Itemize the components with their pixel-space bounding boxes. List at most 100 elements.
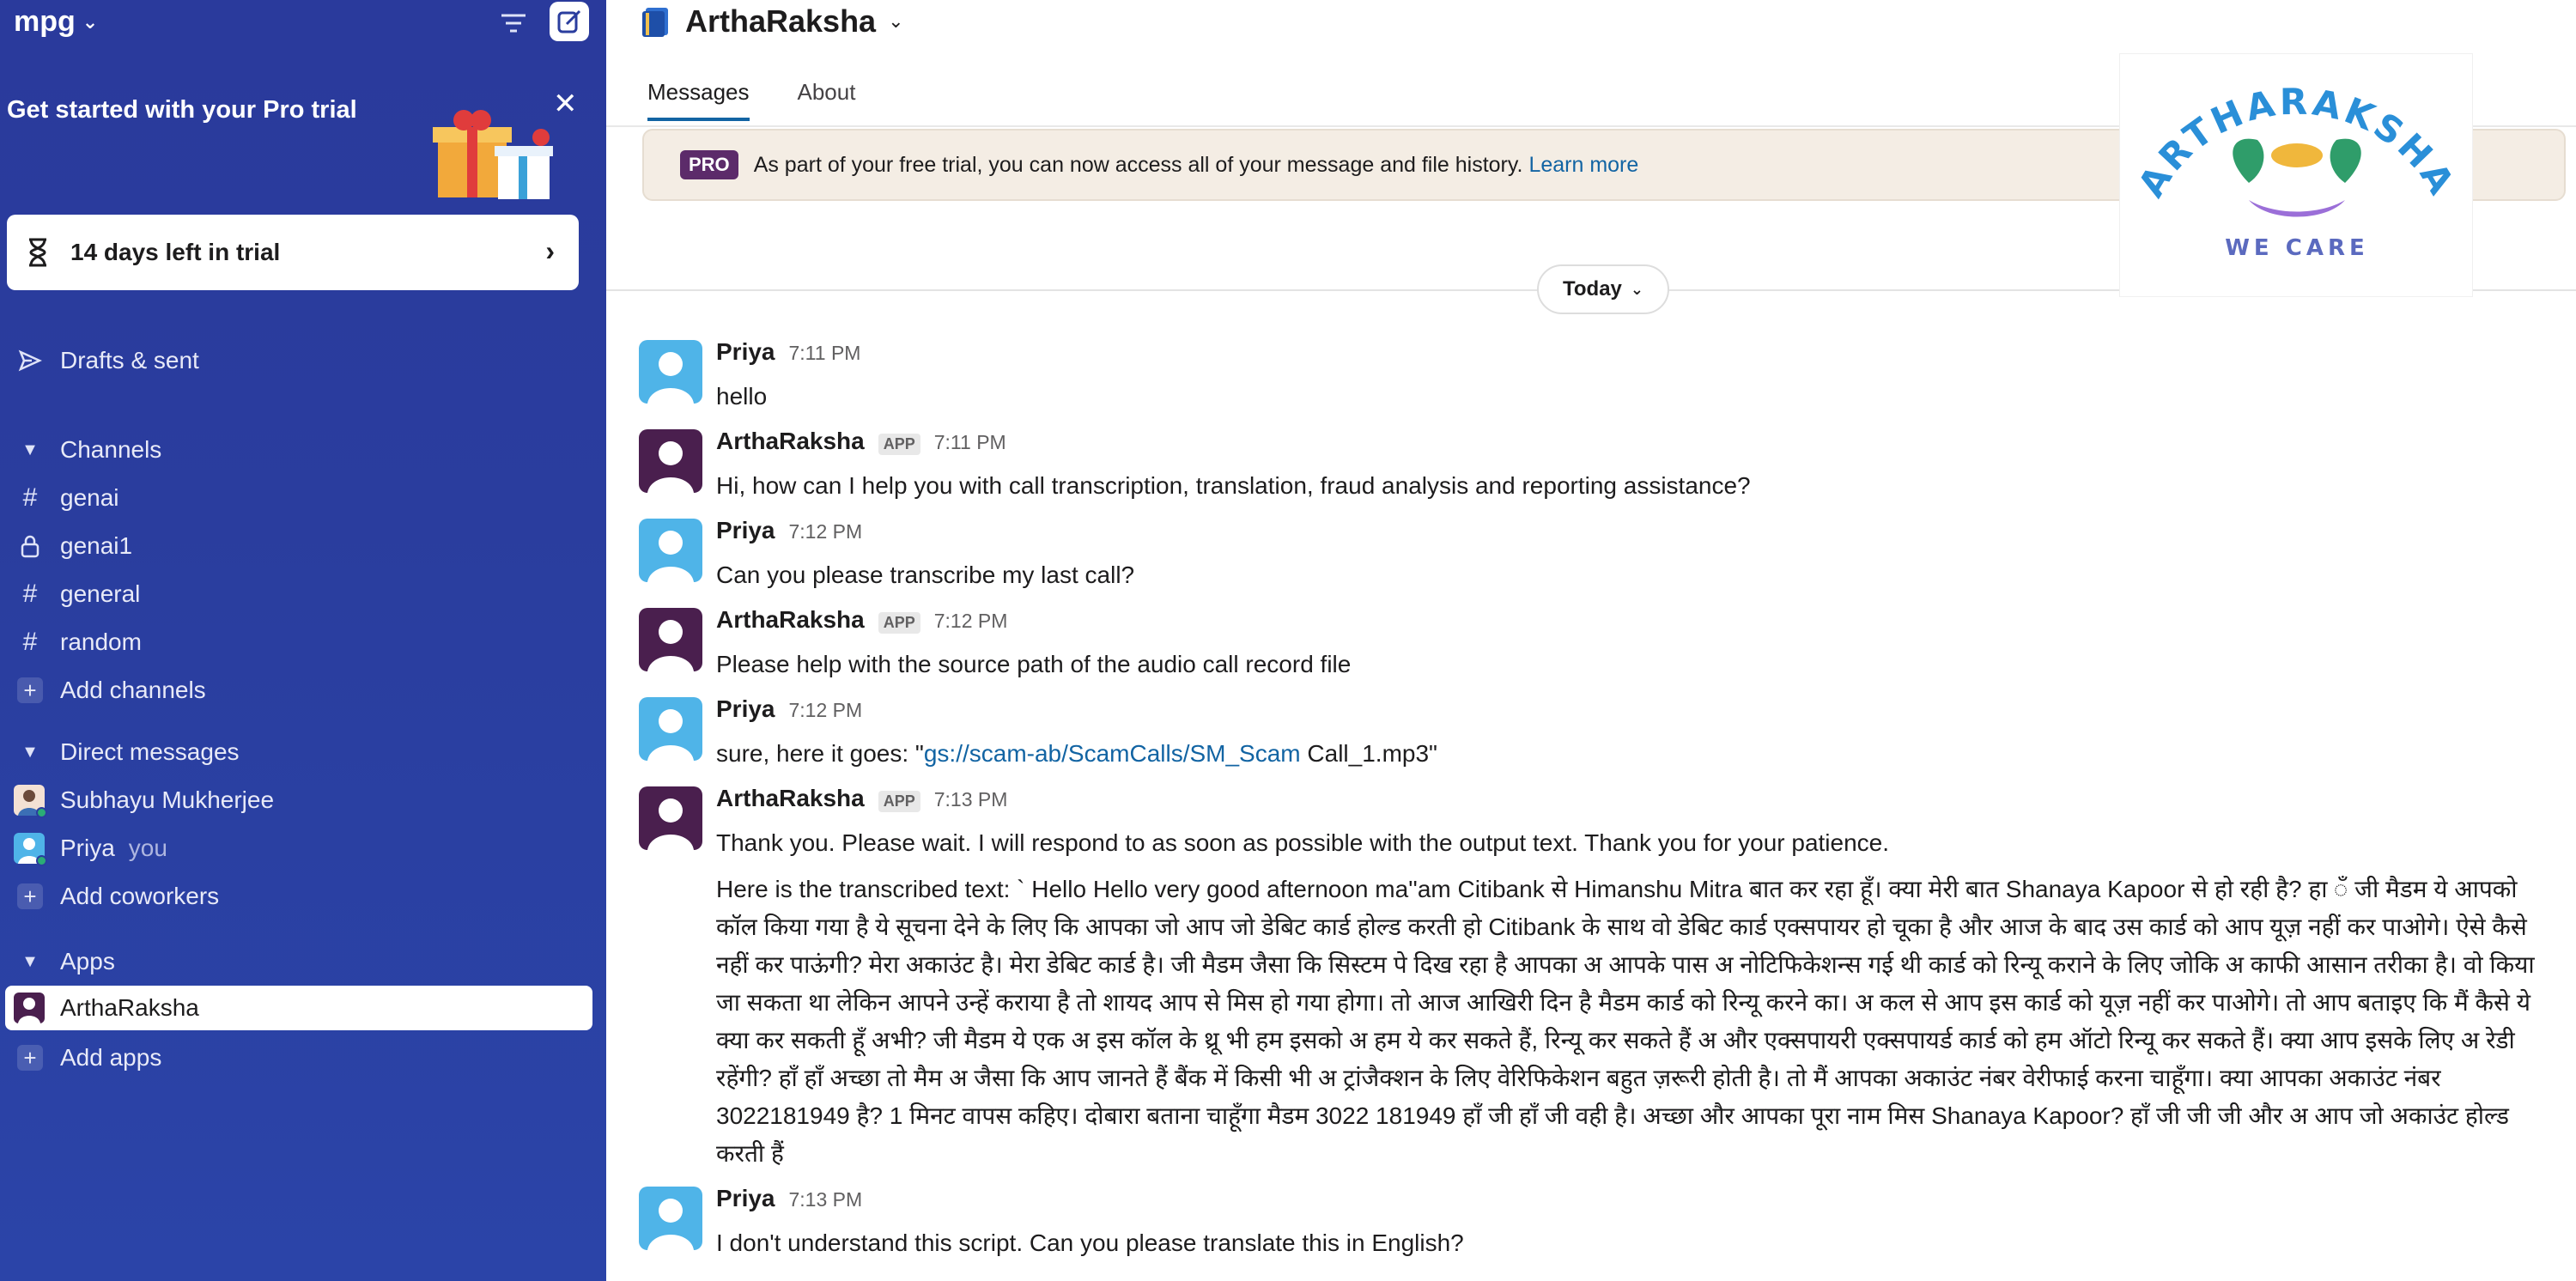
sender-name[interactable]: Priya [716, 517, 775, 544]
message-text-prefix: sure, here it goes: " [716, 740, 924, 767]
transcript-text: Here is the transcribed text: ` Hello He… [716, 876, 2535, 1167]
message-text: Hi, how can I help you with call transcr… [716, 472, 1751, 499]
timestamp[interactable]: 7:13 PM [789, 1188, 863, 1211]
gcs-path-link[interactable]: gs://scam-ab/ScamCalls/SM_Scam [924, 740, 1301, 767]
send-icon [17, 348, 43, 373]
sender-name[interactable]: Priya [716, 1185, 775, 1212]
timestamp[interactable]: 7:11 PM [934, 431, 1006, 454]
timestamp[interactable]: 7:11 PM [789, 342, 861, 365]
apps-section-header[interactable]: ▼ Apps [0, 939, 606, 984]
drafts-and-sent[interactable]: Drafts & sent [0, 338, 606, 383]
you-tag: you [128, 835, 167, 861]
workspace-switcher[interactable]: mpg ⌄ [14, 5, 98, 39]
trial-days-label: 14 days left in trial [70, 239, 281, 265]
avatar[interactable] [639, 697, 702, 761]
filter-icon[interactable] [496, 9, 531, 38]
trial-title: Get started with your Pro trial [7, 96, 357, 124]
avatar[interactable] [639, 608, 702, 671]
tab-about[interactable]: About [798, 79, 856, 121]
caret-down-icon: ▼ [21, 742, 39, 762]
dm-name: Subhayu Mukherjee [60, 786, 275, 813]
tab-messages[interactable]: Messages [647, 79, 750, 121]
gift-illustration [433, 110, 553, 199]
message-meta: ArthaRaksha APP 7:11 PM [716, 428, 1006, 455]
channel-name: genai [60, 484, 119, 511]
timestamp[interactable]: 7:13 PM [934, 788, 1008, 811]
pro-badge: PRO [680, 150, 738, 179]
avatar[interactable] [639, 1187, 702, 1250]
day-divider-pill[interactable]: Today ⌄ [1537, 264, 1669, 314]
workspace-header: mpg ⌄ [0, 0, 606, 48]
hash-icon: # [22, 483, 38, 512]
sidebar-item-random[interactable]: # random [0, 620, 606, 665]
timestamp[interactable]: 7:12 PM [789, 699, 863, 722]
message-text: hello [716, 383, 768, 410]
channel-name: general [60, 580, 141, 607]
avatar[interactable] [639, 786, 702, 850]
app-badge: APP [878, 612, 920, 634]
app-badge: APP [878, 791, 920, 812]
logo-graphic: ARTHARAKSHA WE CARE [2129, 81, 2464, 261]
plus-icon: + [17, 1045, 43, 1071]
artharaksha-logo: ARTHARAKSHA WE CARE [2119, 53, 2473, 297]
add-coworkers-button[interactable]: + Add coworkers [0, 874, 606, 919]
svg-text:ARTHARAKSHA: ARTHARAKSHA [2129, 81, 2464, 204]
caret-down-icon: ▼ [21, 440, 39, 459]
avatar[interactable] [639, 340, 702, 404]
avatar[interactable] [639, 519, 702, 582]
hash-icon: # [22, 580, 38, 608]
avatar[interactable] [639, 429, 702, 493]
dm-section-header[interactable]: ▼ Direct messages [0, 730, 606, 774]
sender-name[interactable]: ArthaRaksha [716, 606, 865, 634]
add-apps-button[interactable]: + Add apps [0, 1035, 606, 1080]
channel-header[interactable]: ArthaRaksha ⌄ [639, 3, 904, 39]
channel-tabs: Messages About [647, 79, 855, 121]
add-channels-button[interactable]: + Add channels [0, 668, 606, 713]
sender-name[interactable]: Priya [716, 695, 775, 723]
app-name: ArthaRaksha [60, 994, 199, 1021]
channels-header-label: Channels [60, 436, 162, 463]
message-text: Thank you. Please wait. I will respond t… [716, 829, 1890, 856]
sender-name[interactable]: Priya [716, 338, 775, 366]
logo-tagline: WE CARE [2225, 235, 2368, 261]
sidebar: mpg ⌄ Get started with your Pro trial ✕ [0, 0, 606, 1281]
learn-more-link[interactable]: Learn more [1528, 153, 1638, 178]
sidebar-item-general[interactable]: # general [0, 572, 606, 616]
add-channels-label: Add channels [60, 677, 206, 703]
message-meta: Priya 7:12 PM [716, 517, 862, 544]
channel-name: genai1 [60, 532, 133, 559]
sidebar-item-genai1[interactable]: genai1 [0, 524, 606, 568]
sidebar-item-app-artharaksha[interactable]: ArthaRaksha [5, 986, 592, 1030]
trial-days-button[interactable]: 14 days left in trial › [7, 215, 579, 290]
avatar [14, 785, 47, 818]
presence-dot [36, 807, 47, 818]
logo-arc-text: ARTHARAKSHA [2129, 81, 2460, 204]
sender-name[interactable]: ArthaRaksha [716, 785, 865, 812]
lock-icon [17, 533, 43, 559]
channel-name: random [60, 628, 142, 655]
sidebar-item-dm-subhayu[interactable]: Subhayu Mukherjee [0, 778, 606, 823]
dm-name: Priya [60, 835, 115, 861]
drafts-label: Drafts & sent [60, 347, 199, 373]
timestamp[interactable]: 7:12 PM [934, 610, 1008, 633]
message-meta: Priya 7:11 PM [716, 338, 860, 366]
message-text: Please help with the source path of the … [716, 651, 1352, 677]
chevron-down-icon: ⌄ [1630, 280, 1643, 298]
sender-name[interactable]: ArthaRaksha [716, 428, 865, 455]
message-text-suffix: Call_1.mp3" [1300, 740, 1437, 767]
avatar [14, 993, 45, 1023]
channels-section-header[interactable]: ▼ Channels [0, 428, 606, 472]
caret-down-icon: ▼ [21, 951, 39, 971]
message-meta: ArthaRaksha APP 7:13 PM [716, 785, 1007, 812]
sidebar-item-dm-priya[interactable]: Priya you [0, 826, 606, 871]
compose-button[interactable] [550, 2, 589, 41]
main-pane: ArthaRaksha ⌄ Messages About PRO As part… [606, 0, 2576, 1281]
timestamp[interactable]: 7:12 PM [789, 520, 863, 543]
plus-icon: + [17, 883, 43, 909]
book-icon [642, 8, 668, 37]
message-text: sure, here it goes: "gs://scam-ab/ScamCa… [716, 735, 1437, 773]
compose-icon [557, 9, 581, 33]
apps-header-label: Apps [60, 948, 115, 974]
sidebar-item-genai[interactable]: # genai [0, 476, 606, 520]
app-badge: APP [878, 434, 920, 455]
